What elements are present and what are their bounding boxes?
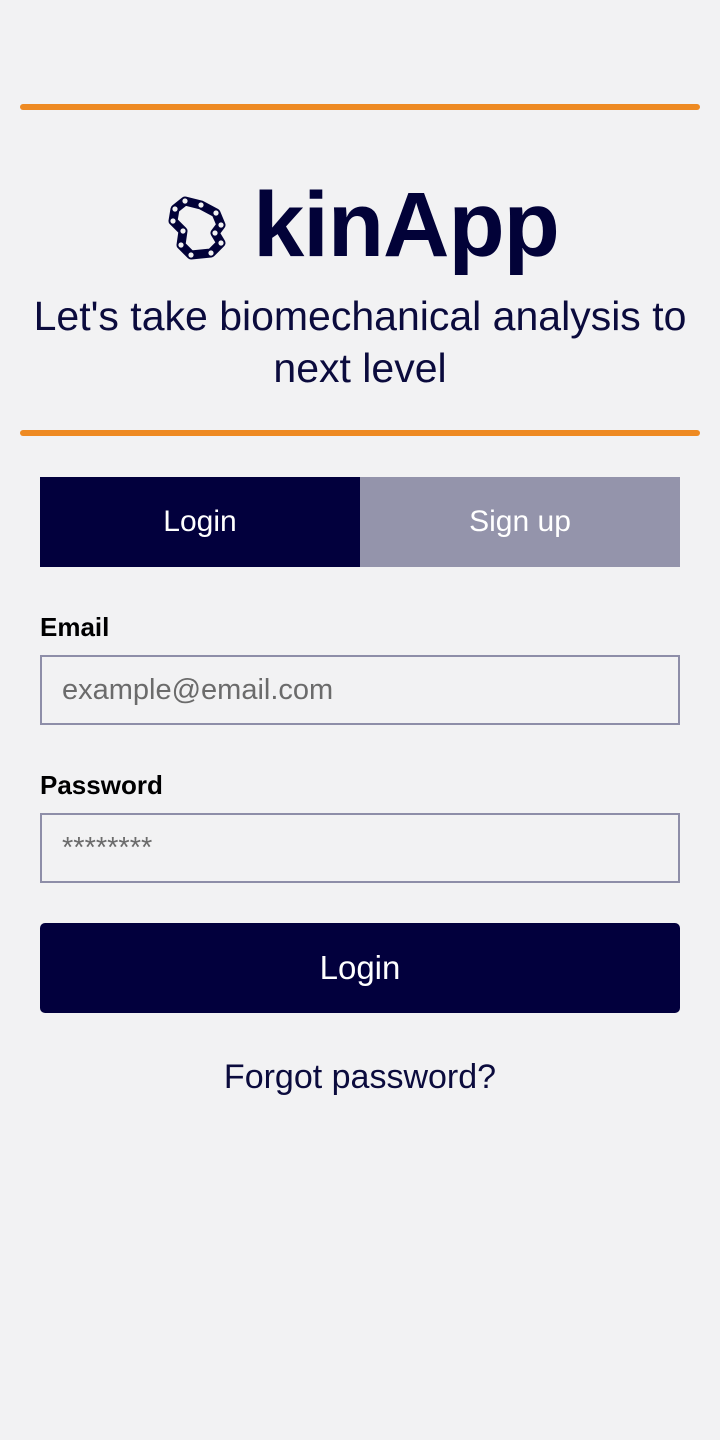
tab-sign-up[interactable]: Sign up <box>360 477 680 567</box>
email-field[interactable] <box>40 655 680 725</box>
password-label: Password <box>40 770 163 800</box>
top-divider <box>20 104 700 110</box>
bottom-divider <box>20 430 700 436</box>
login-button[interactable]: Login <box>40 923 680 1013</box>
tagline: Let's take biomechanical analysis to nex… <box>33 293 687 391</box>
kinematic-chain-logo-icon <box>168 196 226 260</box>
forgot-password-link[interactable]: Forgot password? <box>0 1058 720 1097</box>
brand-header: kinApp <box>0 170 720 280</box>
tab-login[interactable]: Login <box>40 477 360 567</box>
app-name: kinApp <box>253 174 560 276</box>
auth-tabs: Login Sign up <box>40 477 680 567</box>
email-label: Email <box>40 612 110 642</box>
password-field[interactable] <box>40 813 680 883</box>
